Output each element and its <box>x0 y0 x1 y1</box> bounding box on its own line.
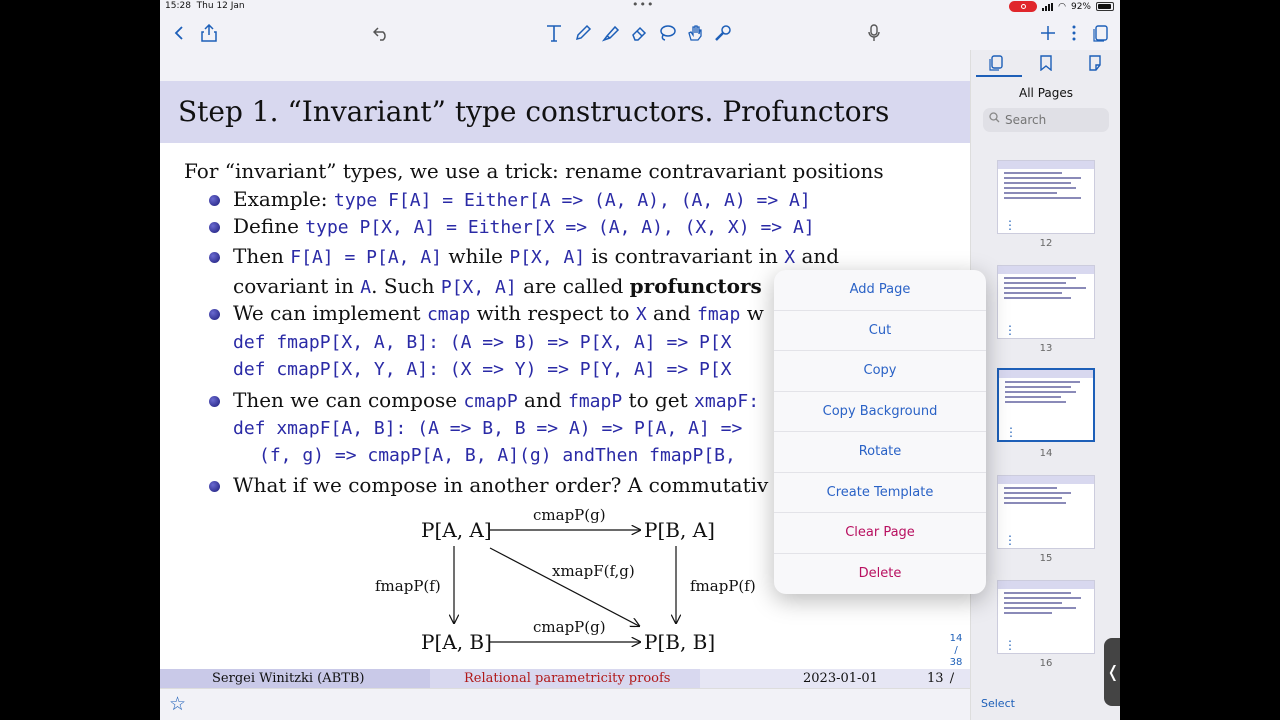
thumbnail-more-icon: ⋮ <box>1004 323 1016 337</box>
footer-author: Sergei Winitzki (ABTB) <box>160 669 430 688</box>
favorite-star-icon[interactable]: ☆ <box>169 693 186 715</box>
sidebar-collapse-handle[interactable]: ❬ <box>1104 638 1120 706</box>
toolbar <box>160 14 1120 50</box>
pages-icon[interactable] <box>1090 22 1112 44</box>
select-button[interactable]: Select <box>981 697 1015 710</box>
sidebar-tabs <box>971 50 1120 78</box>
diagram-node-bottom-right: P[B, B] <box>644 630 716 654</box>
tab-outline[interactable] <box>1085 55 1105 75</box>
thumbnail-more-icon: ⋮ <box>1004 533 1016 547</box>
menu-item-rotate[interactable]: Rotate <box>774 432 986 473</box>
diagram-label-right: fmapP(f) <box>690 577 756 595</box>
hand-icon[interactable] <box>684 22 706 44</box>
sidebar-title: All Pages <box>1019 86 1073 100</box>
thumbnail-number: 16 <box>1039 658 1053 669</box>
tab-bookmarks[interactable] <box>1036 55 1056 75</box>
thumbnail-number: 12 <box>1039 238 1053 249</box>
bottom-bar: ☆ <box>160 688 970 720</box>
page-thumbnail[interactable]: ⋮ <box>997 475 1095 549</box>
menu-item-copy[interactable]: Copy <box>774 351 986 392</box>
menu-item-create-template[interactable]: Create Template <box>774 473 986 513</box>
tab-selected-indicator <box>976 75 1022 77</box>
thumbnail-more-icon: ⋮ <box>1004 218 1016 232</box>
page-thumbnail[interactable]: ⋮ <box>997 265 1095 339</box>
menu-item-copy-background[interactable]: Copy Background <box>774 392 986 432</box>
share-icon[interactable] <box>198 22 220 44</box>
page-context-menu: Add Page Cut Copy Copy Background Rotate… <box>774 270 986 594</box>
battery-icon <box>1096 2 1114 11</box>
menu-item-cut[interactable]: Cut <box>774 311 986 351</box>
undo-icon[interactable] <box>370 22 392 44</box>
footer-talk-title: Relational parametricity proofs <box>430 669 700 688</box>
footer-date-page: 2023-01-01 13 / 37 <box>700 669 970 688</box>
recording-icon <box>1009 1 1038 12</box>
menu-item-add-page[interactable]: Add Page <box>774 270 986 311</box>
page-thumbnail[interactable]: ⋮ <box>997 160 1095 234</box>
wifi-icon: ◠ <box>1058 1 1066 12</box>
battery-label: 92% <box>1070 1 1091 12</box>
menu-item-delete[interactable]: Delete <box>774 554 986 595</box>
diagram-label-diagonal: xmapF(f,g) <box>552 562 635 580</box>
app-window: 15:28 Thu 12 Jan ••• ◠ 92% Step 1. “Inva… <box>160 0 1120 720</box>
tab-pages[interactable] <box>986 55 1006 75</box>
arrow-diagonal <box>489 547 639 626</box>
back-icon[interactable] <box>168 22 190 44</box>
page-thumbnail-active[interactable]: ⋮ <box>997 368 1095 442</box>
pages-sidebar: All Pages ⋮ 12 ⋮ 13 ⋮ 14 ⋮ 15 ⋮ 16 <box>970 50 1120 720</box>
add-icon[interactable] <box>1037 22 1059 44</box>
microphone-icon[interactable] <box>863 22 885 44</box>
search-icon <box>989 112 1000 126</box>
menu-item-clear-page[interactable]: Clear Page <box>774 513 986 554</box>
slide-footer: Sergei Winitzki (ABTB) Relational parame… <box>160 669 970 688</box>
laser-icon[interactable] <box>712 22 734 44</box>
diagram-node-top-left: P[A, A] <box>421 518 492 542</box>
page-thumbnail[interactable]: ⋮ <box>997 580 1095 654</box>
pen-icon[interactable] <box>572 22 594 44</box>
diagram-node-bottom-left: P[A, B] <box>421 630 492 654</box>
diagram-label-left: fmapP(f) <box>375 577 441 595</box>
lasso-icon[interactable] <box>656 22 678 44</box>
thumbnail-number: 13 <box>1039 343 1053 354</box>
highlighter-icon[interactable] <box>600 22 622 44</box>
search-input[interactable] <box>983 108 1109 132</box>
diagram-label-top: cmapP(g) <box>533 506 606 524</box>
thumbnail-more-icon: ⋮ <box>1005 425 1017 439</box>
diagram-node-top-right: P[B, A] <box>644 518 715 542</box>
diagram-label-bottom: cmapP(g) <box>533 618 606 636</box>
multitask-dots[interactable]: ••• <box>632 0 654 11</box>
status-bar: 15:28 Thu 12 Jan ••• ◠ 92% <box>160 0 1120 14</box>
more-icon[interactable] <box>1063 22 1085 44</box>
thumbnail-number: 14 <box>1039 448 1053 459</box>
signal-icon <box>1042 2 1054 11</box>
eraser-icon[interactable] <box>628 22 650 44</box>
thumbnail-number: 15 <box>1039 553 1053 564</box>
status-time: 15:28 Thu 12 Jan <box>165 1 245 11</box>
thumbnail-more-icon: ⋮ <box>1004 638 1016 652</box>
text-tool-icon[interactable] <box>543 22 565 44</box>
